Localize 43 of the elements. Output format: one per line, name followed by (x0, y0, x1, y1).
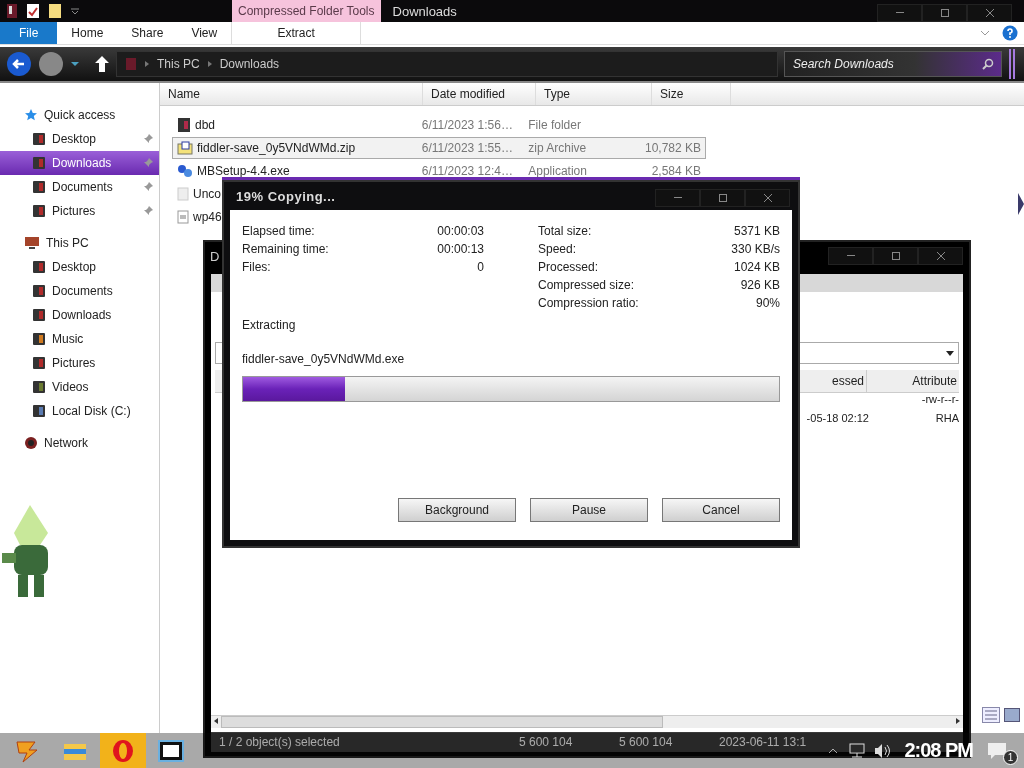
date-cell-text: 6/11/2023 1:55… (420, 141, 514, 155)
window-title: D (210, 248, 220, 264)
type-cell-text: zip Archive (527, 141, 588, 155)
stat-label: Speed: (538, 242, 577, 258)
file-name: MBSetup-4.4.exe (197, 164, 290, 178)
stat-label: Total size: (538, 224, 592, 240)
status-text: Extracting (242, 318, 297, 332)
stat-label: Files: (242, 260, 271, 276)
stat-label: Elapsed time: (242, 224, 315, 240)
status-text: 5 600 104 (519, 735, 574, 749)
stat-value: 926 KB (740, 278, 780, 294)
file-name: fiddler-save_0y5VNdWMd.exe (242, 352, 406, 366)
type-cell-text: Application (527, 164, 588, 178)
file-name: fiddler-save_0y5VNdWMd.zip (197, 141, 356, 155)
stat-label: Compression ratio: (538, 296, 639, 312)
stat-label: Remaining time: (242, 242, 329, 258)
stat-value: 00:00:13 (437, 242, 484, 258)
file-name: wp46 (193, 210, 222, 224)
status-text: 2023-06-11 13:1 (719, 735, 808, 749)
stat-value: 0 (477, 260, 484, 276)
stat-value: 5371 KB (733, 224, 780, 240)
stat-label: Processed: (538, 260, 599, 276)
contextual-tab-label: Compressed Folder Tools (232, 0, 381, 22)
date-cell: -05-18 02:12 (806, 412, 869, 424)
size-cell-text: 10,782 KB (643, 141, 702, 155)
status-text: 5 600 104 (619, 735, 674, 749)
status-text: 1 / 2 object(s) selected (219, 735, 341, 749)
attribute-cell: -rw-r--r- (921, 393, 959, 405)
notification-badge: 1 (1003, 750, 1018, 765)
attribute-cell: RHA (935, 412, 959, 424)
file-name: dbd (195, 118, 216, 132)
type-cell-text: File folder (527, 118, 582, 132)
window-title: Downloads (391, 2, 458, 21)
stat-value: 00:00:03 (437, 224, 484, 240)
stat-value: 330 KB/s (731, 242, 780, 258)
stat-value: 90% (755, 296, 780, 312)
stat-value: 1024 KB (733, 260, 780, 276)
size-cell-text: 2,584 KB (650, 164, 702, 178)
date-cell-text: 6/11/2023 12:4… (420, 164, 514, 178)
date-cell-text: 6/11/2023 1:56… (420, 118, 514, 132)
file-name: Unco (193, 187, 221, 201)
stat-label: Compressed size: (538, 278, 635, 294)
dialog-title: 19% Copying... (236, 188, 336, 204)
